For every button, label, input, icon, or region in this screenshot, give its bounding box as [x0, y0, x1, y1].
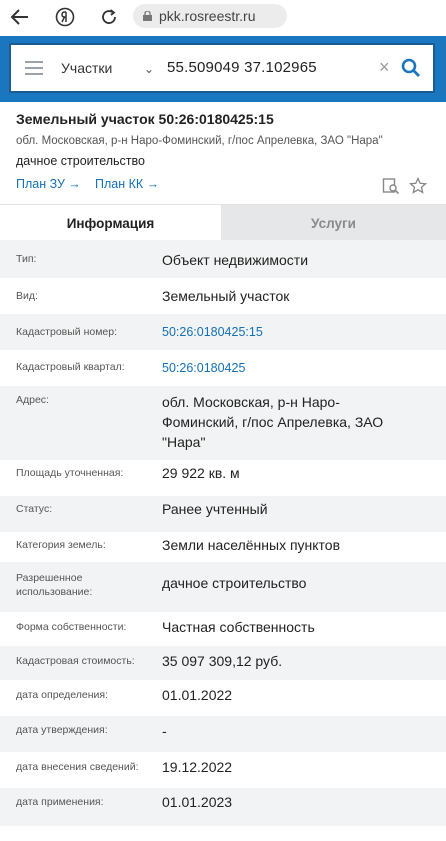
info-row: Адрес: обл. Московская, р-н Наро-Фоминск… [0, 386, 446, 460]
back-arrow-icon[interactable] [7, 4, 33, 30]
cadastral-number-link[interactable]: 50:26:0180425:15 [162, 322, 432, 342]
info-label: дата внесения сведений: [16, 761, 139, 773]
info-label: дата применения: [16, 796, 104, 808]
info-value: Земли населённых пунктов [162, 537, 341, 553]
info-value: Объект недвижимости [162, 252, 309, 268]
object-address: обл. Московская, р-н Наро-Фоминский, г/п… [16, 135, 383, 147]
info-label: Кадастровая стоимость: [16, 655, 135, 667]
info-label: Тип: [16, 253, 37, 265]
info-row: Тип: Объект недвижимости [0, 240, 446, 278]
info-row: Кадастровая стоимость: 35 097 309,12 руб… [0, 646, 446, 680]
plan-kk-link[interactable]: План КК → [95, 177, 159, 191]
info-label: Вид: [16, 290, 38, 302]
info-label: Площадь уточненная: [16, 467, 124, 479]
address-bar[interactable]: pkk.rosreestr.ru [133, 4, 287, 28]
info-label: дата определения: [16, 689, 109, 701]
clear-icon[interactable]: × [379, 57, 390, 78]
info-row: Разрешенное использование: дачное строит… [0, 562, 446, 612]
info-row: дата применения: 01.01.2023 [0, 788, 446, 826]
chevron-down-icon[interactable]: ⌄ [144, 62, 154, 76]
tab-information[interactable]: Информация [0, 205, 221, 241]
plan-zu-link[interactable]: План ЗУ → [16, 177, 81, 191]
search-mode-select[interactable]: Участки [61, 60, 112, 76]
info-value: 01.01.2023 [162, 794, 233, 810]
info-label: Статус: [16, 503, 53, 515]
tab-bar: Информация Услуги [0, 204, 446, 241]
info-row: Кадастровый номер: 50:26:0180425:15 [0, 314, 446, 350]
info-row: дата определения: 01.01.2022 [0, 680, 446, 716]
info-value: 29 922 кв. м [162, 465, 240, 481]
info-value: обл. Московская, р-н Наро-Фоминский, г/п… [162, 394, 384, 450]
info-label: Адрес: [16, 394, 49, 406]
info-label: дата утверждения: [16, 724, 108, 736]
info-label: Кадастровый номер: [16, 326, 118, 338]
info-label: Разрешенное использование: [16, 572, 93, 598]
info-label: Кадастровый квартал: [16, 361, 125, 373]
search-box: Участки ⌄ 55.509049 37.102965 × [9, 43, 435, 93]
info-value: Земельный участок [162, 288, 290, 304]
info-label: Категория земель: [16, 539, 106, 551]
url-text: pkk.rosreestr.ru [159, 8, 256, 24]
info-row: Статус: Ранее учтенный [0, 496, 446, 532]
info-value: - [162, 723, 167, 739]
cadastral-quarter-link[interactable]: 50:26:0180425 [162, 358, 432, 378]
info-row: Форма собственности: Частная собственнос… [0, 612, 446, 646]
info-row: Кадастровый квартал: 50:26:0180425 [0, 350, 446, 386]
document-search-icon[interactable] [382, 177, 400, 195]
info-value: Частная собственность [162, 619, 315, 635]
search-panel: Участки ⌄ 55.509049 37.102965 × [0, 36, 446, 102]
info-value: дачное строительство [162, 575, 307, 591]
tab-services[interactable]: Услуги [221, 205, 446, 241]
lock-icon [143, 11, 152, 21]
info-row: Вид: Земельный участок [0, 278, 446, 314]
object-title: Земельный участок 50:26:0180425:15 [16, 111, 274, 127]
menu-icon[interactable] [25, 61, 43, 75]
info-row: Площадь уточненная: 29 922 кв. м [0, 460, 446, 496]
info-value: Ранее учтенный [162, 501, 268, 517]
info-label: Форма собственности: [16, 621, 127, 633]
search-input[interactable]: 55.509049 37.102965 [167, 59, 317, 76]
star-icon[interactable] [408, 176, 428, 195]
object-header: Земельный участок 50:26:0180425:15 обл. … [0, 104, 446, 202]
reload-icon[interactable] [96, 4, 122, 30]
info-value: 19.12.2022 [162, 759, 233, 775]
yandex-logo-icon[interactable] [52, 4, 78, 30]
info-row: дата внесения сведений: 19.12.2022 [0, 752, 446, 788]
object-use: дачное строительство [16, 154, 145, 168]
info-value: 35 097 309,12 руб. [162, 653, 283, 669]
info-value: 01.01.2022 [162, 687, 233, 703]
browser-toolbar: pkk.rosreestr.ru [0, 0, 446, 34]
search-icon[interactable] [399, 56, 423, 80]
info-row: дата утверждения: - [0, 716, 446, 752]
